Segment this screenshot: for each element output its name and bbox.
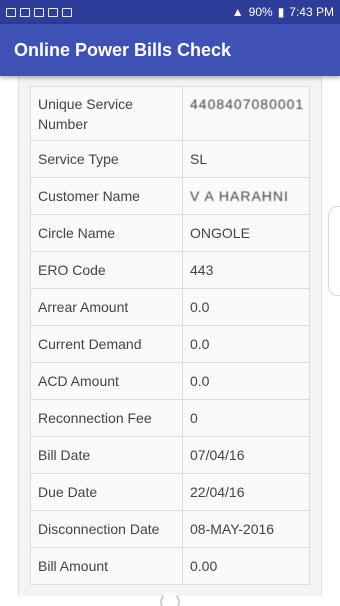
table-row: ERO Code 443: [30, 251, 310, 289]
row-label: Reconnection Fee: [30, 399, 183, 437]
table-row: Bill Amount 0.00: [30, 547, 310, 585]
row-value: 0.00: [182, 547, 310, 585]
row-label: Service Type: [30, 140, 183, 178]
row-label: Bill Date: [30, 436, 183, 474]
table-row: Disconnection Date 08-MAY-2016: [30, 510, 310, 548]
table-row: Customer Name V A HARAHNI: [30, 177, 310, 215]
row-value: 0.0: [182, 325, 310, 363]
row-label: ERO Code: [30, 251, 183, 289]
notification-icon: [62, 7, 72, 17]
row-value: 443: [182, 251, 310, 289]
main-content[interactable]: Unique Service Number 4408407080001 Serv…: [0, 76, 340, 606]
battery-icon: ▮: [277, 5, 285, 19]
app-bar: Online Power Bills Check: [0, 24, 340, 76]
table-row: Circle Name ONGOLE: [30, 214, 310, 252]
notification-icon: [48, 7, 58, 17]
row-value: 0: [182, 399, 310, 437]
notification-icons: [6, 7, 72, 17]
clock: 7:43 PM: [289, 5, 334, 19]
signal-icon: ▲: [231, 5, 244, 19]
row-value: SL: [182, 140, 310, 178]
table-row: Current Demand 0.0: [30, 325, 310, 363]
row-value: 0.0: [182, 288, 310, 326]
row-label: Current Demand: [30, 325, 183, 363]
row-label: Unique Service Number: [30, 86, 183, 141]
row-value: 22/04/16: [182, 473, 310, 511]
row-value: 08-MAY-2016: [182, 510, 310, 548]
battery-level: 90%: [248, 5, 273, 19]
row-value: V A HARAHNI: [182, 177, 310, 215]
notification-icon: [6, 7, 16, 17]
status-bar: ▲ 90% ▮ 7:43 PM: [0, 0, 340, 24]
row-value: 07/04/16: [182, 436, 310, 474]
row-value: 4408407080001: [182, 86, 310, 141]
row-value: ONGOLE: [182, 214, 310, 252]
table-row: Due Date 22/04/16: [30, 473, 310, 511]
table-row: ACD Amount 0.0: [30, 362, 310, 400]
row-label: Circle Name: [30, 214, 183, 252]
row-label: Disconnection Date: [30, 510, 183, 548]
row-label: Due Date: [30, 473, 183, 511]
notification-icon: [20, 7, 30, 17]
side-drawer-handle[interactable]: [328, 206, 340, 296]
table-row: Arrear Amount 0.0: [30, 288, 310, 326]
table-row: Reconnection Fee 0: [30, 399, 310, 437]
table-row: Unique Service Number 4408407080001: [30, 86, 310, 141]
app-title: Online Power Bills Check: [14, 39, 232, 60]
table-row: Service Type SL: [30, 140, 310, 178]
loading-spinner-icon: [160, 592, 180, 606]
row-label: Arrear Amount: [30, 288, 183, 326]
row-label: ACD Amount: [30, 362, 183, 400]
row-value: 0.0: [182, 362, 310, 400]
notification-icon: [34, 7, 44, 17]
row-label: Bill Amount: [30, 547, 183, 585]
table-row: Bill Date 07/04/16: [30, 436, 310, 474]
row-label: Customer Name: [30, 177, 183, 215]
system-status: ▲ 90% ▮ 7:43 PM: [232, 5, 334, 19]
bill-details-table: Unique Service Number 4408407080001 Serv…: [30, 86, 310, 585]
